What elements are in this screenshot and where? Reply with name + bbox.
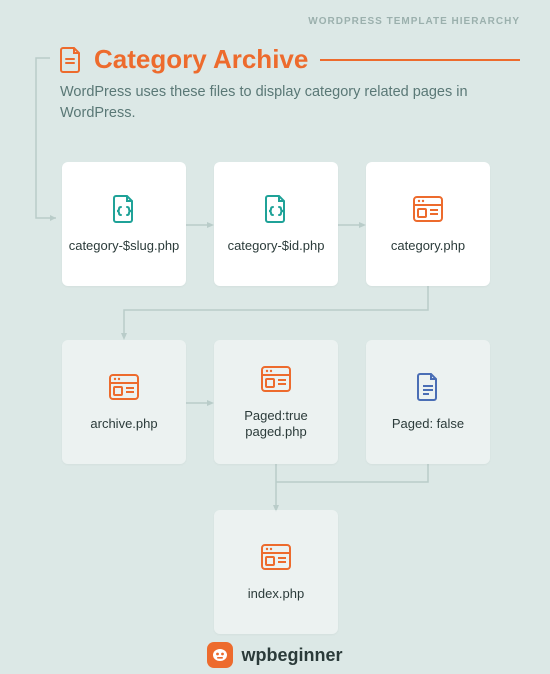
category-file-icon <box>60 47 82 73</box>
connector-id-to-category <box>338 220 366 230</box>
template-icon <box>261 542 291 572</box>
node-archive-php: archive.php <box>62 340 186 464</box>
title-row: Category Archive <box>60 44 520 75</box>
wpbeginner-logo-icon <box>207 642 233 668</box>
node-category-slug: category-$slug.php <box>62 162 186 286</box>
template-icon <box>261 364 291 394</box>
node-label: category-$slug.php <box>59 238 190 254</box>
node-paged-false: Paged: false <box>366 340 490 464</box>
node-index-php: index.php <box>214 510 338 634</box>
node-label: index.php <box>238 586 314 602</box>
template-icon <box>413 194 443 224</box>
connector-paged-to-index <box>270 464 440 514</box>
footer-brand: wpbeginner <box>241 645 342 666</box>
title-divider <box>320 59 520 61</box>
node-label: archive.php <box>80 416 167 432</box>
node-paged-true: Paged:true paged.php <box>214 340 338 464</box>
node-label: category.php <box>381 238 475 254</box>
code-file-icon <box>264 194 288 224</box>
connector-archive-to-pagedtrue <box>186 398 214 408</box>
template-icon <box>109 372 139 402</box>
page-title: Category Archive <box>94 44 308 75</box>
node-label: Paged: false <box>382 416 474 432</box>
header-label: WORDPRESS TEMPLATE HIERARCHY <box>308 16 520 27</box>
node-category-php: category.php <box>366 162 490 286</box>
node-label: category-$id.php <box>218 238 335 254</box>
node-category-id: category-$id.php <box>214 162 338 286</box>
code-file-icon <box>112 194 136 224</box>
connector-category-to-archive <box>118 286 448 346</box>
connector-slug-to-id <box>186 220 214 230</box>
node-label: Paged:true paged.php <box>214 408 338 441</box>
footer: wpbeginner <box>0 642 550 668</box>
description-text: WordPress uses these files to display ca… <box>60 82 510 124</box>
plain-file-icon <box>417 372 439 402</box>
